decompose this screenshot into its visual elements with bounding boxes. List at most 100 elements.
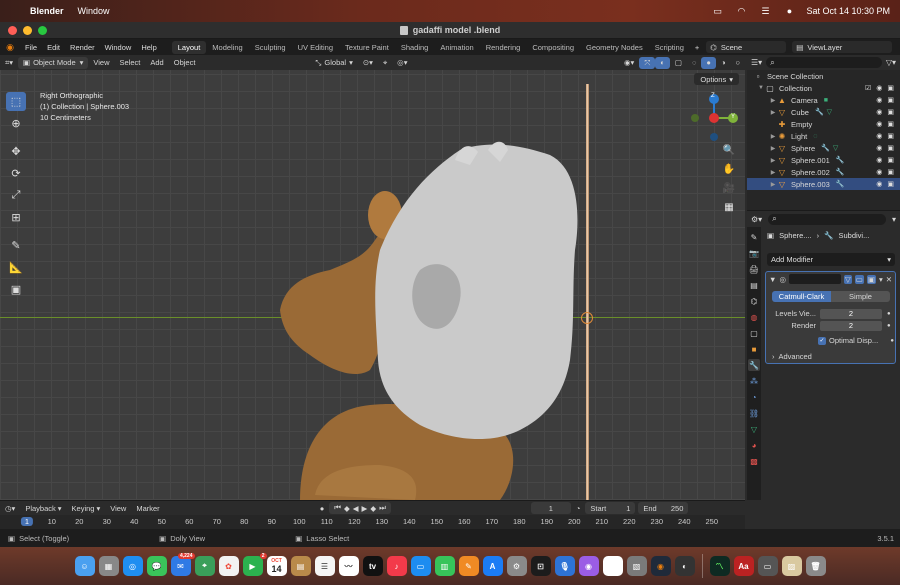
eye-icon[interactable]: ◉ [876, 84, 882, 92]
3d-viewport[interactable]: Right Orthographic (1) Collection | Sphe… [0, 70, 745, 500]
overlay-toggle-icon[interactable]: ◐ [655, 56, 670, 69]
add-modifier-button[interactable]: Add Modifier ▾ [767, 253, 895, 266]
pages-icon[interactable]: ✎ [458, 556, 479, 576]
dictionary-icon[interactable]: Aa [733, 556, 754, 576]
outliner-search-input[interactable]: ⌕ [766, 57, 882, 68]
select-box-tool-icon[interactable]: ⬚ [6, 92, 26, 111]
transform-orientation-selector[interactable]: ⤡ Global ▾ [310, 57, 357, 69]
physics-tab-icon[interactable]: ◔ [748, 391, 760, 403]
snap-icon[interactable]: ⌖ [378, 57, 392, 69]
move-tool-icon[interactable]: ✥ [6, 142, 26, 161]
camera-render-icon[interactable]: ▣ [887, 156, 894, 164]
menu-file[interactable]: File [20, 43, 42, 52]
chevron-down-icon[interactable]: ▾ [879, 275, 883, 284]
close-window-button[interactable] [8, 26, 17, 35]
control-center-icon[interactable]: ☰ [758, 6, 772, 16]
mode-selector[interactable]: ▣ Object Mode ▾ [18, 56, 89, 69]
current-frame-marker[interactable]: 1 [20, 517, 34, 526]
apple-tv-icon[interactable]: tv [362, 556, 383, 576]
menu-render[interactable]: Render [65, 43, 100, 52]
mail-icon[interactable]: ✉ 4,224 [170, 553, 195, 576]
battery-icon[interactable]: ▭ [710, 6, 724, 16]
end-frame-field[interactable]: End 250 [638, 502, 689, 514]
output-tab-icon[interactable]: 🖨 [748, 263, 760, 275]
camera-render-icon[interactable]: ▣ [887, 144, 894, 152]
camera-view-icon[interactable]: 🎥 [721, 180, 737, 196]
add-cube-tool-icon[interactable]: ▣ [6, 280, 26, 299]
calendar-icon[interactable]: OCT 14 [266, 556, 287, 576]
camera-render-icon[interactable]: ▣ [887, 108, 894, 116]
display-viewport-toggle-icon[interactable]: ▭ [854, 274, 864, 284]
object-tab-icon[interactable]: ■ [748, 343, 760, 355]
options-dropdown[interactable]: Options ▾ [694, 73, 739, 85]
tab-layout[interactable]: Layout [171, 40, 207, 54]
scene-tab-icon[interactable]: ⌬ [748, 295, 760, 307]
system-settings-icon[interactable]: ⚙ [506, 556, 527, 576]
clock-icon[interactable]: ◔ [571, 502, 586, 514]
expand-icon[interactable]: ▶ [769, 169, 777, 176]
view-layer-selector[interactable]: ▤ ViewLayer [792, 41, 893, 53]
keyframe-dot-icon[interactable]: ● [887, 311, 891, 317]
cursor-tool-icon[interactable]: ⊕ [6, 114, 26, 133]
modifier-name-field[interactable] [788, 274, 841, 284]
photos-icon[interactable]: ✿ [218, 556, 239, 576]
collection-tab-icon[interactable]: ▢ [748, 327, 760, 339]
camera-render-icon[interactable]: ▣ [887, 84, 894, 92]
catmull-clark-button[interactable]: Catmull-Clark [772, 291, 831, 302]
camera-render-icon[interactable]: ▣ [887, 120, 894, 128]
shading-rendered-icon[interactable]: ○ [730, 57, 745, 69]
measure-tool-icon[interactable]: 📐 [6, 258, 26, 277]
editor-type-icon[interactable]: ⌗▾ [0, 57, 18, 69]
tool-tab-icon[interactable]: ✎ [748, 231, 760, 243]
shading-solid-icon[interactable]: ● [701, 56, 716, 69]
chrome-icon[interactable]: ◕ [602, 556, 623, 576]
checkbox-icon[interactable]: ☑ [865, 84, 871, 92]
datetime[interactable]: Sat Oct 14 10:30 PM [806, 6, 890, 16]
menu-timeline-view[interactable]: View [105, 502, 131, 514]
trash-icon[interactable]: 🗑 [805, 556, 826, 576]
image-thumbnail-icon[interactable]: ▨ [781, 556, 802, 576]
menu-marker[interactable]: Marker [131, 502, 164, 514]
optimal-display-checkbox[interactable]: ✓ [818, 336, 826, 345]
shading-material-icon[interactable]: ◑ [716, 57, 731, 69]
collapse-icon[interactable]: ▼ [769, 275, 776, 284]
expand-icon[interactable]: ▶ [769, 133, 777, 140]
outliner-item-sphere-003[interactable]: ▶ ▽ Sphere.003 🔧 ◉ ▣ [747, 178, 900, 190]
navigation-gizmo[interactable]: Z Y [690, 93, 738, 142]
eye-icon[interactable]: ◉ [876, 144, 882, 152]
close-icon[interactable]: ✕ [886, 275, 892, 284]
prev-keyframe-icon[interactable]: ◆ [344, 504, 350, 513]
simple-button[interactable]: Simple [831, 291, 890, 302]
outliner-item-light[interactable]: ▶ ✺ Light ◌ ◉ ▣ [747, 130, 900, 142]
timeline-ruler[interactable]: 1 10 20 30 40 50 60 70 80 90 100 110 120 130 140 150 160… [0, 515, 745, 529]
blender-logo-icon[interactable]: ◉ [0, 42, 20, 53]
menu-help[interactable]: Help [136, 43, 161, 52]
keyframe-dot-icon[interactable]: ● [887, 323, 891, 329]
minimize-window-button[interactable] [23, 26, 32, 35]
pin-icon[interactable]: ▾ [892, 215, 896, 224]
scale-tool-icon[interactable]: ⤢ [6, 186, 26, 205]
outliner-item-sphere[interactable]: ▶ ▽ Sphere 🔧 ▽ ◉ ▣ [747, 142, 900, 154]
camera-render-icon[interactable]: ▣ [887, 180, 894, 188]
launchpad-icon[interactable]: ▦ [98, 556, 119, 576]
visibility-icon[interactable]: ◉▾ [619, 57, 639, 69]
eye-icon[interactable]: ◉ [876, 132, 882, 140]
music-icon[interactable]: ♪ [386, 556, 407, 576]
app-menu[interactable]: Blender [30, 6, 64, 16]
current-frame-field[interactable]: 1 [530, 502, 571, 514]
preview-icon[interactable]: ▧ [626, 556, 647, 576]
shading-wireframe-icon[interactable]: ◌ [687, 57, 701, 69]
siri-icon[interactable]: ● [782, 6, 796, 16]
particles-tab-icon[interactable]: ⁂ [748, 375, 760, 387]
transform-tool-icon[interactable]: ⊞ [6, 208, 26, 227]
eye-icon[interactable]: ◉ [876, 156, 882, 164]
material-tab-icon[interactable]: ◕ [748, 439, 760, 451]
levels-viewport-field[interactable]: 2 [820, 308, 882, 319]
expand-icon[interactable]: ▶ [769, 181, 777, 188]
window-menu[interactable]: Window [78, 6, 110, 16]
edit-mode-toggle-icon[interactable]: ▽ [843, 274, 852, 284]
camera-render-icon[interactable]: ▣ [887, 132, 894, 140]
expand-icon[interactable]: ▶ [769, 157, 777, 164]
menu-object[interactable]: Object [169, 57, 201, 69]
start-frame-field[interactable]: Start 1 [585, 502, 636, 514]
